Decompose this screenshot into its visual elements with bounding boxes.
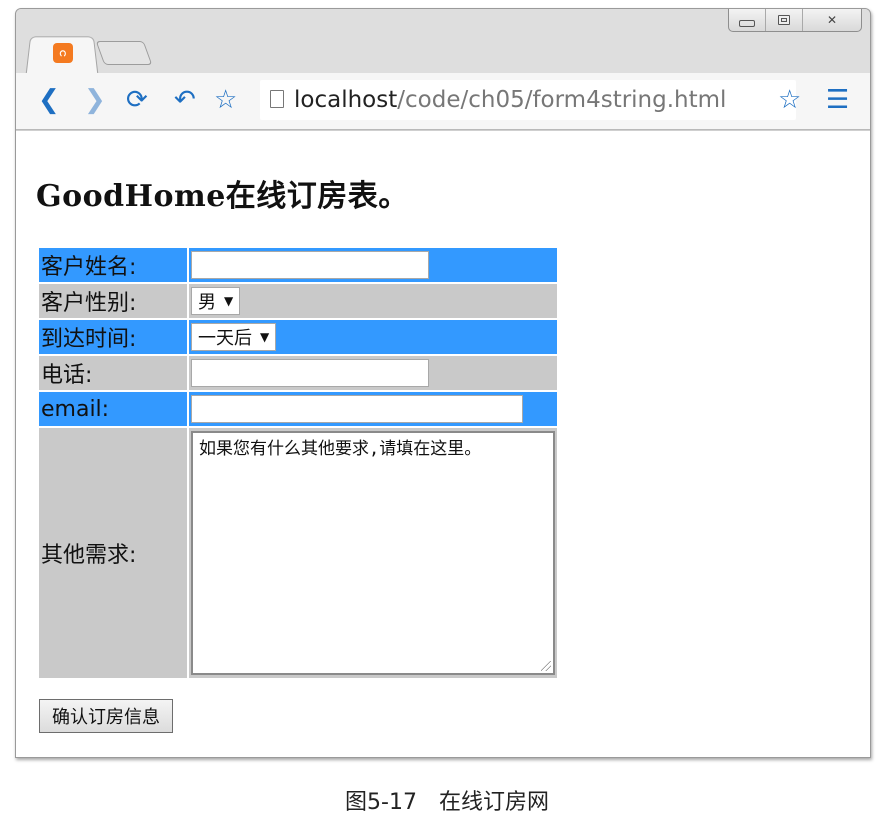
xampp-favicon-icon: ဂ bbox=[53, 43, 73, 63]
booking-form-table: 客户姓名: 客户性别: 男 ▼ 到达时间: 一天后 ▼ 电话: email: 其他需… bbox=[37, 246, 559, 680]
new-tab-button[interactable] bbox=[95, 41, 153, 65]
phone-cell bbox=[189, 356, 557, 390]
close-icon: ✕ bbox=[826, 13, 838, 27]
phone-label: 电话: bbox=[39, 356, 187, 390]
maximize-button[interactable] bbox=[765, 9, 802, 31]
reload-icon[interactable]: ⟳ bbox=[126, 85, 148, 115]
gender-cell: 男 ▼ bbox=[189, 284, 557, 318]
email-cell bbox=[189, 392, 557, 426]
page-icon bbox=[270, 90, 284, 108]
row-phone: 电话: bbox=[39, 356, 557, 390]
row-name: 客户姓名: bbox=[39, 248, 557, 282]
minimize-button[interactable] bbox=[729, 9, 765, 31]
url-path: /code/ch05/form4string.html bbox=[397, 87, 727, 113]
textarea-text: 如果您有什么其他要求,请填在这里。 bbox=[199, 439, 482, 459]
minimize-icon bbox=[739, 19, 755, 27]
row-gender: 客户性别: 男 ▼ bbox=[39, 284, 557, 318]
star-icon[interactable]: ☆ bbox=[778, 85, 801, 115]
dropdown-arrow-icon: ▼ bbox=[260, 330, 270, 344]
browser-toolbar: ❮ ❯ ⟳ ↶ ☆ localhost/code/ch05/form4strin… bbox=[16, 73, 870, 130]
back-arrow-icon[interactable]: ❮ bbox=[38, 85, 60, 115]
other-label: 其他需求: bbox=[39, 428, 187, 678]
undo-icon[interactable]: ↶ bbox=[174, 85, 196, 115]
forward-arrow-icon[interactable]: ❯ bbox=[84, 85, 106, 115]
phone-input[interactable] bbox=[191, 359, 429, 387]
row-email: email: bbox=[39, 392, 557, 426]
gender-select[interactable]: 男 ▼ bbox=[191, 287, 241, 315]
row-arrival: 到达时间: 一天后 ▼ bbox=[39, 320, 557, 354]
url-host: localhost bbox=[294, 87, 398, 113]
arrival-select[interactable]: 一天后 ▼ bbox=[191, 323, 277, 351]
maximize-icon bbox=[778, 15, 790, 25]
window-controls: ✕ bbox=[728, 9, 862, 32]
dropdown-arrow-icon: ▼ bbox=[224, 294, 234, 308]
page-viewport: GoodHome在线订房表。 客户姓名: 客户性别: 男 ▼ 到达时间: 一天后 ▼… bbox=[16, 130, 870, 757]
other-cell: 如果您有什么其他要求,请填在这里。 bbox=[189, 428, 557, 678]
resize-grip-icon[interactable] bbox=[541, 661, 551, 671]
other-requirements-textarea[interactable]: 如果您有什么其他要求,请填在这里。 bbox=[191, 431, 555, 675]
figure-caption: 图5-17 在线订房网 bbox=[345, 790, 549, 815]
email-input[interactable] bbox=[191, 395, 523, 423]
gender-selected-value: 男 bbox=[198, 292, 216, 313]
row-other: 其他需求: 如果您有什么其他要求,请填在这里。 bbox=[39, 428, 557, 678]
url-text[interactable]: localhost/code/ch05/form4string.html bbox=[294, 85, 726, 115]
submit-booking-button[interactable]: 确认订房信息 bbox=[39, 699, 173, 733]
name-input[interactable] bbox=[191, 251, 429, 279]
address-bar[interactable]: localhost/code/ch05/form4string.html bbox=[260, 80, 796, 120]
arrival-label: 到达时间: bbox=[39, 320, 187, 354]
gender-label: 客户性别: bbox=[39, 284, 187, 318]
browser-window: ✕ ဂ ❮ ❯ ⟳ ↶ ☆ localhost/code/ch05/form4s… bbox=[15, 8, 871, 758]
page-title: GoodHome在线订房表。 bbox=[36, 179, 409, 214]
name-cell bbox=[189, 248, 557, 282]
close-button[interactable]: ✕ bbox=[802, 9, 861, 31]
arrival-selected-value: 一天后 bbox=[198, 328, 252, 349]
email-label: email: bbox=[39, 392, 187, 426]
menu-icon[interactable]: ☰ bbox=[826, 85, 849, 115]
title-bar: ✕ ဂ bbox=[16, 9, 870, 76]
name-label: 客户姓名: bbox=[39, 248, 187, 282]
arrival-cell: 一天后 ▼ bbox=[189, 320, 557, 354]
bookmark-star-icon[interactable]: ☆ bbox=[214, 85, 237, 115]
